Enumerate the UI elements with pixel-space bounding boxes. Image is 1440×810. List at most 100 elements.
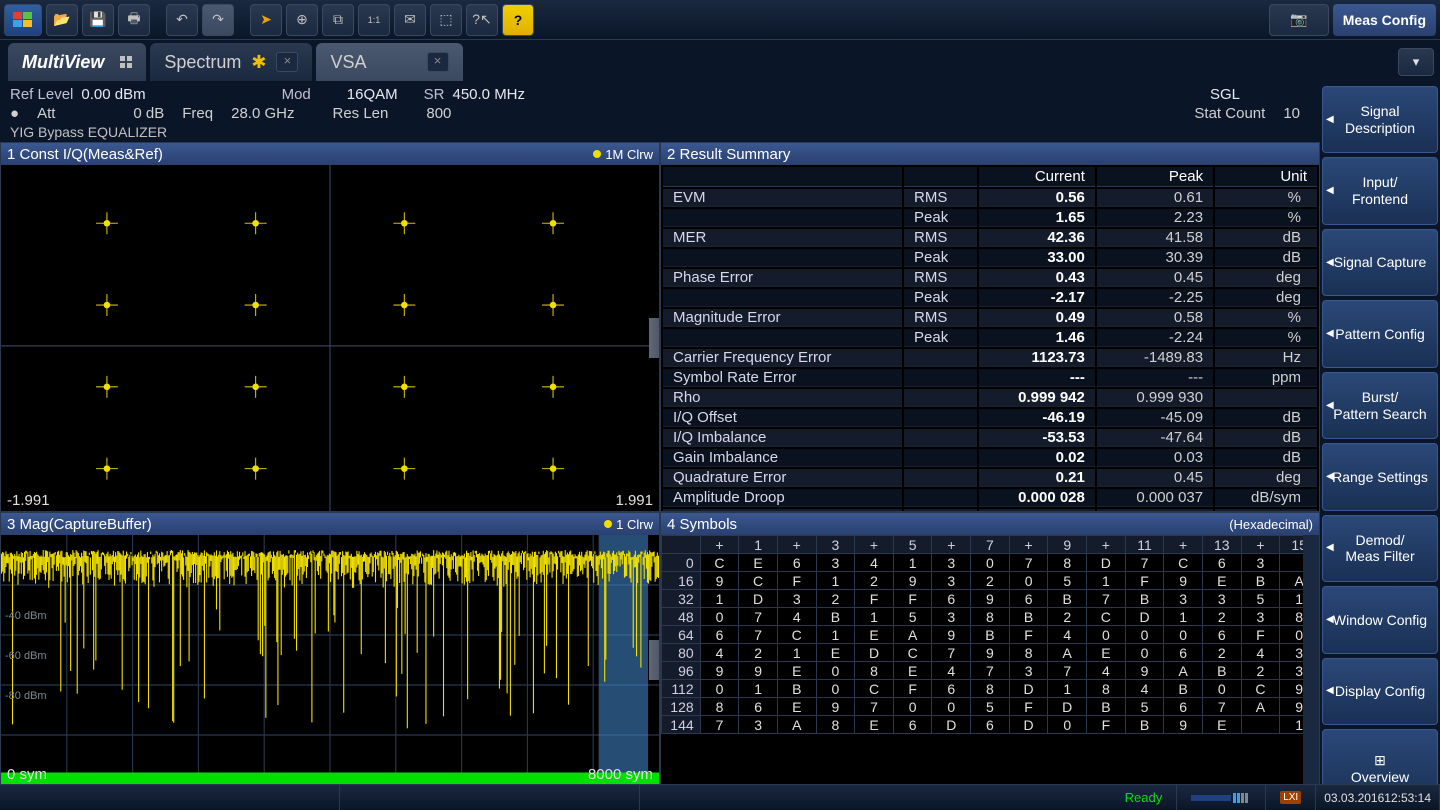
- main-toolbar: 📂 💾 🖶 ↶ ↷ ➤ ⊕ ⧉ 1:1 ✉ ⬚ ?↖ ? 📷 Meas Conf…: [0, 0, 1440, 40]
- symbols-table: +1+3+5+7+9+11+13+150CE63413078D7C63169CF…: [661, 535, 1319, 734]
- panel2-body: CurrentPeakUnitEVMRMS0.560.61%Peak1.652.…: [661, 165, 1319, 511]
- status-net-icon: [1177, 785, 1266, 810]
- info-bar-2: ● Att 0 dB Freq 28.0 GHz Res Len 800 Sta…: [0, 105, 1320, 124]
- splitter-handle[interactable]: [649, 318, 660, 358]
- zoom-in-icon[interactable]: ⊕: [286, 4, 318, 36]
- panel1-xmax: 1.991: [615, 492, 653, 509]
- save-icon[interactable]: 💾: [82, 4, 114, 36]
- sidebar-signal-description[interactable]: ◀Signal Description: [1322, 86, 1438, 153]
- tab-spectrum[interactable]: Spectrum ✱ ×: [150, 43, 312, 81]
- mod-label: Mod: [282, 86, 311, 103]
- panel1-body[interactable]: -1.991 1.991: [1, 165, 659, 511]
- trace-dot-icon: [604, 520, 612, 528]
- yig-label: YIG Bypass EQUALIZER: [10, 124, 167, 140]
- start-menu-button[interactable]: [4, 4, 42, 36]
- info-bar-3: YIG Bypass EQUALIZER: [0, 124, 1320, 142]
- panel3-title-bar[interactable]: 3 Mag(CaptureBuffer) 1 Clrw: [1, 513, 659, 535]
- chevron-left-icon: ◀: [1326, 114, 1334, 126]
- panel3-body[interactable]: -40 dBm -60 dBm -80 dBm 0 sym 8000 sym: [1, 535, 659, 785]
- panel4-title: 4 Symbols: [667, 516, 737, 533]
- panel3-xmin: 0 sym: [7, 766, 47, 783]
- panel4-format: (Hexadecimal): [1229, 517, 1313, 532]
- help-icon[interactable]: ?: [502, 4, 534, 36]
- star-icon: ✱: [251, 52, 266, 73]
- scrollbar[interactable]: [1303, 535, 1319, 785]
- meas-config-button[interactable]: Meas Config: [1333, 4, 1436, 36]
- sidebar-burst-pattern-search[interactable]: ◀Burst/Pattern Search: [1322, 372, 1438, 439]
- panel2-title-bar[interactable]: 2 Result Summary: [661, 143, 1319, 165]
- tab-vsa[interactable]: VSA ×: [316, 43, 462, 81]
- panel3-mode: 1 Clrw: [616, 517, 653, 532]
- snapshot-icon[interactable]: ✉: [394, 4, 426, 36]
- help-pointer-icon[interactable]: ?↖: [466, 4, 498, 36]
- status-lxi-icon: LXI: [1266, 785, 1316, 810]
- sidebar-display-config[interactable]: ◀Display Config: [1322, 658, 1438, 725]
- tab-multiview-label: MultiView: [22, 52, 104, 73]
- tab-multiview[interactable]: MultiView: [8, 43, 146, 81]
- undo-icon[interactable]: ↶: [166, 4, 198, 36]
- ref-level-label: Ref Level: [10, 86, 73, 103]
- sr-label: SR: [424, 86, 445, 103]
- att-value: 0 dB: [133, 105, 164, 122]
- panel3-title: 3 Mag(CaptureBuffer): [7, 516, 152, 533]
- chevron-left-icon: ◀: [1326, 685, 1334, 697]
- chevron-left-icon: ◀: [1326, 542, 1334, 554]
- panel1-mode: 1M Clrw: [605, 147, 653, 162]
- panel1-title: 1 Const I/Q(Meas&Ref): [7, 146, 163, 163]
- sidebar: ◀Signal Description◀Input/Frontend◀Signa…: [1320, 84, 1440, 810]
- chevron-left-icon: ◀: [1326, 185, 1334, 197]
- freq-label: Freq: [182, 105, 213, 122]
- cb-ylabel-60: -60 dBm: [5, 650, 47, 662]
- pointer-icon[interactable]: ➤: [250, 4, 282, 36]
- open-icon[interactable]: 📂: [46, 4, 78, 36]
- cb-ylabel-80: -80 dBm: [5, 690, 47, 702]
- multiview-icon: [120, 56, 132, 68]
- print-icon[interactable]: 🖶: [118, 4, 150, 36]
- tab-vsa-label: VSA: [330, 52, 366, 73]
- info-bar-1: Ref Level 0.00 dBm Mod 16QAM SR 450.0 MH…: [0, 84, 1320, 105]
- tab-spectrum-label: Spectrum: [164, 52, 241, 73]
- layout-icon[interactable]: ⬚: [430, 4, 462, 36]
- reslen-label: Res Len: [332, 105, 388, 122]
- status-dot-icon: ●: [10, 105, 19, 122]
- stat-value: 10: [1283, 105, 1300, 122]
- status-bar: Ready LXI 03.03.201612:53:14: [0, 784, 1440, 810]
- chevron-left-icon: ◀: [1326, 257, 1334, 269]
- zoom-multi-icon[interactable]: ⧉: [322, 4, 354, 36]
- stat-label: Stat Count: [1194, 105, 1265, 122]
- sidebar-pattern-config[interactable]: ◀Pattern Config: [1322, 300, 1438, 367]
- status-seg-2: [340, 785, 640, 810]
- camera-icon[interactable]: 📷: [1269, 4, 1329, 36]
- redo-icon[interactable]: ↷: [202, 4, 234, 36]
- sidebar-demod-meas-filter[interactable]: ◀Demod/Meas Filter: [1322, 515, 1438, 582]
- panel-constellation: 1 Const I/Q(Meas&Ref) 1M Clrw -1.991 1.9…: [0, 142, 660, 512]
- zoom-reset-icon[interactable]: 1:1: [358, 4, 390, 36]
- close-icon[interactable]: ×: [427, 52, 449, 72]
- ref-level-value: 0.00 dBm: [81, 86, 145, 103]
- sidebar-range-settings[interactable]: ◀Range Settings: [1322, 443, 1438, 510]
- chevron-left-icon: ◀: [1326, 328, 1334, 340]
- status-seg-1: [0, 785, 340, 810]
- panel1-title-bar[interactable]: 1 Const I/Q(Meas&Ref) 1M Clrw: [1, 143, 659, 165]
- att-label: Att: [37, 105, 55, 122]
- panel1-xmin: -1.991: [7, 492, 50, 509]
- sr-value: 450.0 MHz: [452, 86, 525, 103]
- panel2-title: 2 Result Summary: [667, 146, 790, 163]
- panel-capture-buffer: 3 Mag(CaptureBuffer) 1 Clrw -40 dBm -60 …: [0, 512, 660, 786]
- status-datetime: 03.03.201612:53:14: [1316, 785, 1440, 810]
- panel4-title-bar[interactable]: 4 Symbols (Hexadecimal): [661, 513, 1319, 535]
- sidebar-window-config[interactable]: ◀Window Config: [1322, 586, 1438, 653]
- mod-value: 16QAM: [347, 86, 398, 103]
- panel-symbols: 4 Symbols (Hexadecimal) +1+3+5+7+9+11+13…: [660, 512, 1320, 786]
- close-icon[interactable]: ×: [276, 52, 298, 72]
- tab-dropdown[interactable]: ▾: [1398, 48, 1434, 76]
- sidebar-signal-capture[interactable]: ◀Signal Capture: [1322, 229, 1438, 296]
- panel3-xmax: 8000 sym: [588, 766, 653, 783]
- status-ready: Ready: [1111, 785, 1178, 810]
- sidebar-input-frontend[interactable]: ◀Input/Frontend: [1322, 157, 1438, 224]
- reslen-value: 800: [426, 105, 451, 122]
- tabs-row: MultiView Spectrum ✱ × VSA × ▾: [0, 40, 1440, 84]
- splitter-handle[interactable]: [649, 640, 660, 680]
- chevron-left-icon: ◀: [1326, 400, 1334, 412]
- chevron-left-icon: ◀: [1326, 614, 1334, 626]
